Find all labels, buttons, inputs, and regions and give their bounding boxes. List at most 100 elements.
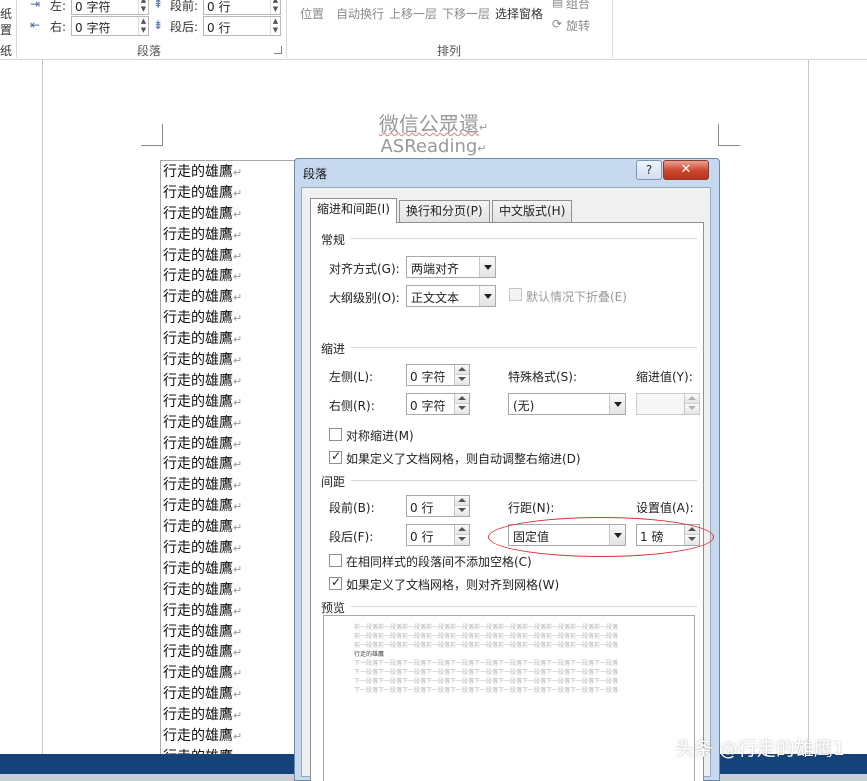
- document-line[interactable]: 行走的雄鷹↵: [163, 350, 242, 371]
- paragraph-mark: ↵: [233, 437, 243, 451]
- ribbon-left-edge-3[interactable]: 纸: [0, 42, 12, 59]
- ribbon-spacing-after-label: 段后:: [170, 20, 199, 34]
- document-line-text: 行走的雄鷹: [163, 644, 233, 661]
- paragraph-mark: ↵: [233, 166, 243, 179]
- document-line[interactable]: 行走的雄鷹↵: [163, 183, 242, 204]
- paragraph-mark: ↵: [233, 667, 243, 681]
- document-line[interactable]: 行走的雄鷹↵: [163, 705, 242, 726]
- ribbon-spacing-before-label: 段前:: [170, 0, 199, 13]
- spin-up-icon[interactable]: [454, 496, 469, 506]
- document-line[interactable]: 行走的雄鷹↵: [163, 601, 242, 622]
- document-line[interactable]: 行走的雄鷹↵: [163, 371, 242, 392]
- document-line[interactable]: 行走的雄鷹↵: [163, 580, 242, 601]
- tab-indents-and-spacing[interactable]: 缩进和间距(I): [310, 198, 397, 223]
- ribbon-spacing-after-value: 0 行: [207, 21, 231, 35]
- ribbon-indent-left-input[interactable]: 0 字符 ▲ ▼: [71, 0, 149, 15]
- document-line[interactable]: 行走的雄鷹↵: [163, 559, 242, 580]
- spacing-after-input[interactable]: 0 行: [406, 524, 470, 546]
- spin-down-icon[interactable]: [454, 404, 469, 414]
- spin-down-icon[interactable]: [454, 535, 469, 545]
- document-line[interactable]: 行走的雄鷹↵: [163, 287, 242, 308]
- rotate-button[interactable]: 旋转: [566, 17, 590, 34]
- spin-up-icon[interactable]: [454, 365, 469, 375]
- paragraph-dialog-launcher-icon[interactable]: [274, 46, 282, 54]
- chevron-down-icon[interactable]: [479, 257, 495, 277]
- wrap-text-button[interactable]: 自动换行: [336, 5, 384, 22]
- spin-down-icon[interactable]: [454, 375, 469, 385]
- selection-pane-button[interactable]: 选择窗格: [495, 5, 543, 22]
- chevron-down-icon[interactable]: [609, 394, 625, 414]
- alignment-select[interactable]: 两端对齐: [406, 256, 496, 278]
- document-line[interactable]: 行走的雄鷹↵: [163, 517, 242, 538]
- send-backward-button[interactable]: 下移一层: [442, 5, 490, 22]
- special-indent-select[interactable]: (无): [508, 393, 626, 415]
- alignment-label: 对齐方式(G):: [329, 262, 400, 276]
- outline-level-select[interactable]: 正文文本: [406, 285, 496, 307]
- tab-line-and-page-breaks[interactable]: 换行和分页(P): [399, 200, 490, 222]
- document-line-text: 行走的雄鷹: [163, 164, 233, 180]
- help-button[interactable]: ?: [636, 160, 662, 180]
- collapsed-checkbox[interactable]: [509, 288, 522, 301]
- ribbon-spacing-after-input[interactable]: 0 行 ▲ ▼: [203, 16, 281, 36]
- document-line[interactable]: 行走的雄鷹↵: [163, 538, 242, 559]
- document-body[interactable]: 行走的雄鷹↵ 行走的雄鷹↵ 行走的雄鷹↵ 行走的雄鷹↵ 行走的雄鷹↵ 行走的雄鷹↵ 行走的雄…: [163, 162, 242, 768]
- spacing-before-value: 0 行: [410, 501, 434, 515]
- document-line[interactable]: 行走的雄鷹↵: [163, 454, 242, 475]
- document-line-text: 行走的雄鷹: [163, 686, 233, 703]
- document-line[interactable]: 行走的雄鷹↵: [163, 204, 242, 225]
- document-line-text: 行走的雄鷹: [163, 414, 233, 431]
- ribbon-spacing-before-input[interactable]: 0 行 ▲ ▼: [203, 0, 281, 15]
- document-line[interactable]: 行走的雄鷹↵: [163, 642, 242, 663]
- document-line[interactable]: 行走的雄鷹↵: [163, 663, 242, 684]
- document-line[interactable]: 行走的雄鷹↵: [163, 329, 242, 350]
- spin-icon[interactable]: ▲ ▼: [270, 17, 280, 35]
- document-line[interactable]: 行走的雄鷹↵: [163, 162, 242, 183]
- document-line[interactable]: 行走的雄鷹↵: [163, 392, 242, 413]
- spin-up-icon[interactable]: [454, 525, 469, 535]
- document-line-text: 行走的雄鷹: [163, 623, 233, 640]
- group-button[interactable]: 组合: [566, 0, 590, 12]
- spacing-before-input[interactable]: 0 行: [406, 495, 470, 517]
- spin-down-icon[interactable]: [684, 404, 699, 414]
- spin-down-icon[interactable]: [454, 506, 469, 516]
- spin-up-icon[interactable]: [684, 394, 699, 404]
- indent-by-input[interactable]: [636, 393, 700, 415]
- paragraph-dialog: 段落 ? ✕ 缩进和间距(I) 换行和分页(P) 中文版式(H) 常规 对齐方式…: [294, 158, 720, 781]
- bring-forward-button[interactable]: 上移一层: [389, 5, 437, 22]
- auto-adjust-indent-checkbox[interactable]: [329, 449, 342, 464]
- spin-up-icon[interactable]: [454, 394, 469, 404]
- ribbon-left-edge-1[interactable]: 纸: [0, 5, 12, 22]
- document-line[interactable]: 行走的雄鷹↵: [163, 308, 242, 329]
- document-line[interactable]: 行走的雄鷹↵: [163, 622, 242, 643]
- document-line[interactable]: 行走的雄鷹↵: [163, 434, 242, 455]
- snap-to-grid-label: 如果定义了文档网格，则对齐到网格(W): [346, 578, 560, 592]
- document-line[interactable]: 行走的雄鷹↵: [163, 726, 242, 747]
- mirror-indents-checkbox[interactable]: [329, 428, 342, 441]
- ribbon-separator: [612, 0, 613, 58]
- document-line[interactable]: 行走的雄鷹↵: [163, 225, 242, 246]
- ribbon-left-edge-2[interactable]: 置: [0, 21, 12, 38]
- position-button[interactable]: 位置: [300, 5, 324, 22]
- document-line[interactable]: 行走的雄鷹↵: [163, 684, 242, 705]
- chevron-down-icon[interactable]: [479, 286, 495, 306]
- spin-icon[interactable]: ▲ ▼: [270, 0, 280, 14]
- document-title-line2[interactable]: ASReading↵: [0, 136, 867, 157]
- document-line[interactable]: 行走的雄鷹↵: [163, 496, 242, 517]
- tab-asian-typography[interactable]: 中文版式(H): [492, 200, 573, 222]
- no-space-same-style-checkbox[interactable]: [329, 554, 342, 567]
- spin-icon[interactable]: ▲ ▼: [138, 0, 148, 14]
- ribbon-indent-right-input[interactable]: 0 字符 ▲ ▼: [71, 16, 149, 36]
- special-indent-label: 特殊格式(S):: [508, 370, 578, 384]
- document-line[interactable]: 行走的雄鷹↵: [163, 413, 242, 434]
- paragraph-mark: ↵: [233, 730, 243, 744]
- indent-right-input[interactable]: 0 字符: [406, 393, 470, 415]
- rotate-icon: ⟳: [552, 17, 563, 31]
- document-line[interactable]: 行走的雄鷹↵: [163, 475, 242, 496]
- snap-to-grid-checkbox[interactable]: [329, 575, 342, 590]
- close-button[interactable]: ✕: [663, 160, 709, 180]
- spin-icon[interactable]: ▲ ▼: [138, 17, 148, 35]
- document-line[interactable]: 行走的雄鷹↵: [163, 246, 242, 267]
- document-title-line1[interactable]: 微信公眾還↵: [0, 108, 867, 137]
- indent-left-input[interactable]: 0 字符: [406, 364, 470, 386]
- document-line[interactable]: 行走的雄鷹↵: [163, 266, 242, 287]
